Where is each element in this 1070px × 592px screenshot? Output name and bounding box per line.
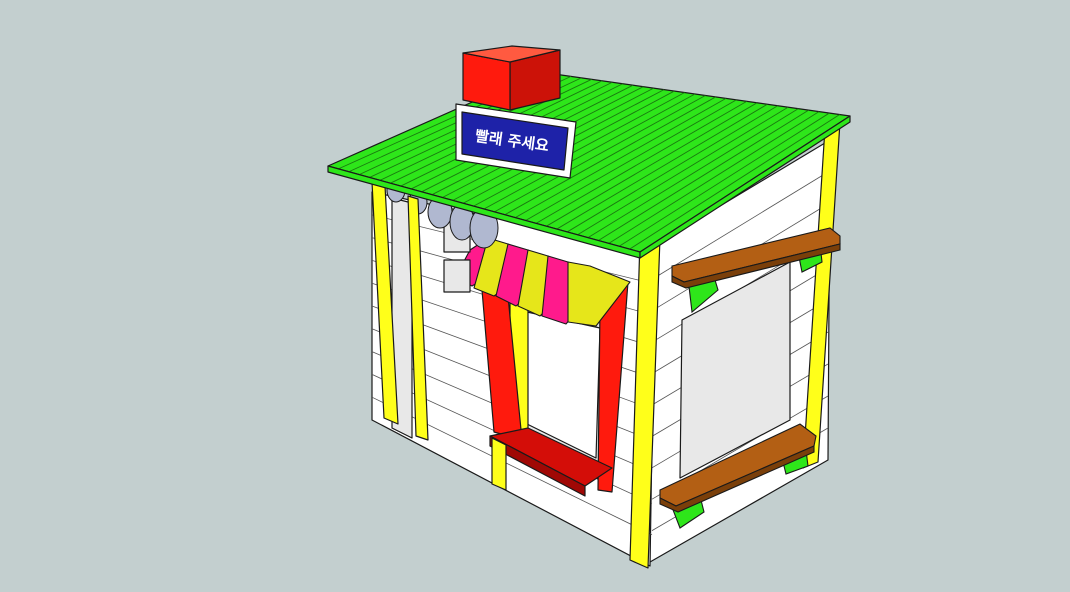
- left-small-window-lower: [443, 259, 471, 293]
- playhouse-3d-drawing: 빨래 주세요: [0, 0, 1070, 592]
- chimney-box: [462, 45, 561, 111]
- front-center-post-base: [491, 437, 507, 491]
- playhouse-model-view: 빨래 주세요: [0, 0, 1070, 592]
- chimney-front: [462, 52, 511, 111]
